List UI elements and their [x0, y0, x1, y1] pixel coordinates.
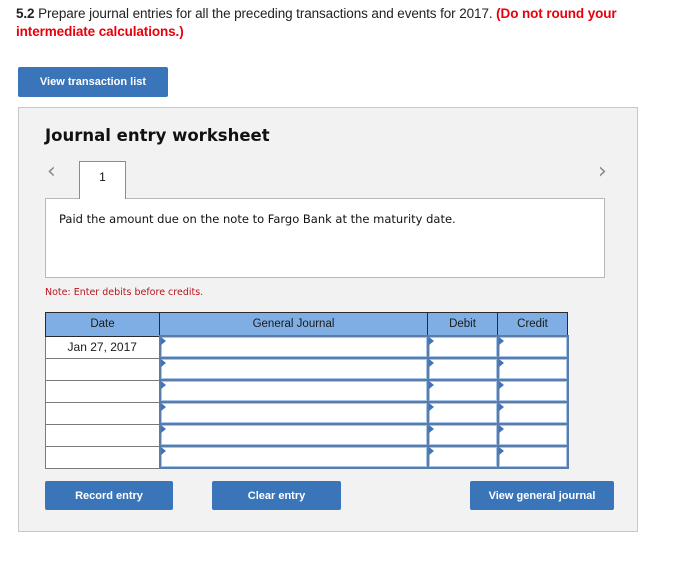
account-input-cell[interactable] — [158, 423, 429, 447]
dropdown-flag-icon — [428, 425, 434, 433]
account-input-cell[interactable] — [158, 335, 429, 359]
debit-input[interactable] — [428, 359, 497, 379]
account-input-cell[interactable] — [158, 357, 429, 381]
date-cell — [45, 379, 160, 403]
dropdown-flag-icon — [498, 447, 504, 455]
account-input[interactable] — [160, 381, 427, 401]
dropdown-flag-icon — [160, 359, 166, 367]
debit-input-cell[interactable] — [426, 335, 499, 359]
table-row — [45, 401, 569, 425]
transaction-description: Paid the amount due on the note to Fargo… — [59, 212, 456, 226]
debit-credit-note: Note: Enter debits before credits. — [45, 287, 204, 298]
journal-entry-table: Date General Journal Debit Credit Jan 27… — [45, 312, 569, 469]
date-cell — [45, 423, 160, 447]
date-cell — [45, 401, 160, 425]
credit-input[interactable] — [498, 337, 567, 357]
credit-input-cell[interactable] — [496, 423, 569, 447]
debit-input[interactable] — [428, 447, 497, 467]
credit-input-cell[interactable] — [496, 445, 569, 469]
chevron-right-icon[interactable]: › — [598, 161, 607, 183]
header-debit: Debit — [427, 312, 498, 337]
credit-input[interactable] — [498, 425, 567, 445]
dropdown-flag-icon — [498, 425, 504, 433]
credit-input-cell[interactable] — [496, 335, 569, 359]
account-input[interactable] — [160, 425, 427, 445]
credit-input[interactable] — [498, 403, 567, 423]
debit-input[interactable] — [428, 403, 497, 423]
debit-input-cell[interactable] — [426, 445, 499, 469]
dropdown-flag-icon — [428, 359, 434, 367]
worksheet-title: Journal entry worksheet — [45, 126, 270, 145]
table-row — [45, 379, 569, 403]
debit-input[interactable] — [428, 381, 497, 401]
dropdown-flag-icon — [160, 447, 166, 455]
table-row: Jan 27, 2017 — [45, 335, 569, 359]
debit-input[interactable] — [428, 337, 497, 357]
credit-input[interactable] — [498, 447, 567, 467]
date-cell — [45, 357, 160, 381]
dropdown-flag-icon — [498, 359, 504, 367]
account-input[interactable] — [160, 359, 427, 379]
account-input-cell[interactable] — [158, 379, 429, 403]
transaction-description-box: Paid the amount due on the note to Fargo… — [45, 198, 605, 278]
dropdown-flag-icon — [428, 447, 434, 455]
dropdown-flag-icon — [428, 403, 434, 411]
table-row — [45, 445, 569, 469]
table-row — [45, 423, 569, 447]
credit-input[interactable] — [498, 359, 567, 379]
debit-input-cell[interactable] — [426, 401, 499, 425]
date-cell: Jan 27, 2017 — [45, 335, 160, 359]
credit-input-cell[interactable] — [496, 379, 569, 403]
table-header-row: Date General Journal Debit Credit — [45, 312, 568, 337]
header-date: Date — [45, 312, 160, 337]
entry-tab-1[interactable]: 1 — [79, 161, 126, 199]
chevron-left-icon[interactable]: ‹ — [47, 161, 56, 183]
account-input-cell[interactable] — [158, 445, 429, 469]
clear-entry-button[interactable]: Clear entry — [212, 481, 341, 510]
account-input[interactable] — [160, 403, 427, 423]
credit-input[interactable] — [498, 381, 567, 401]
dropdown-flag-icon — [160, 381, 166, 389]
dropdown-flag-icon — [160, 403, 166, 411]
debit-input-cell[interactable] — [426, 379, 499, 403]
debit-input-cell[interactable] — [426, 423, 499, 447]
question-prompt: 5.2 Prepare journal entries for all the … — [16, 5, 688, 41]
header-credit: Credit — [497, 312, 568, 337]
credit-input-cell[interactable] — [496, 401, 569, 425]
account-input-cell[interactable] — [158, 401, 429, 425]
dropdown-flag-icon — [160, 425, 166, 433]
date-cell — [45, 445, 160, 469]
credit-input-cell[interactable] — [496, 357, 569, 381]
journal-entry-worksheet-panel: Journal entry worksheet ‹ 1 › Paid the a… — [18, 107, 638, 532]
account-input[interactable] — [160, 337, 427, 357]
debit-input[interactable] — [428, 425, 497, 445]
view-general-journal-button[interactable]: View general journal — [470, 481, 614, 510]
dropdown-flag-icon — [498, 381, 504, 389]
question-number: 5.2 — [16, 6, 35, 21]
record-entry-button[interactable]: Record entry — [45, 481, 173, 510]
dropdown-flag-icon — [428, 381, 434, 389]
view-transaction-list-button[interactable]: View transaction list — [18, 67, 168, 97]
dropdown-flag-icon — [428, 337, 434, 345]
table-row — [45, 357, 569, 381]
account-input[interactable] — [160, 447, 427, 467]
dropdown-flag-icon — [498, 337, 504, 345]
dropdown-flag-icon — [498, 403, 504, 411]
header-general-journal: General Journal — [159, 312, 428, 337]
dropdown-flag-icon — [160, 337, 166, 345]
question-text: Prepare journal entries for all the prec… — [34, 6, 497, 21]
debit-input-cell[interactable] — [426, 357, 499, 381]
